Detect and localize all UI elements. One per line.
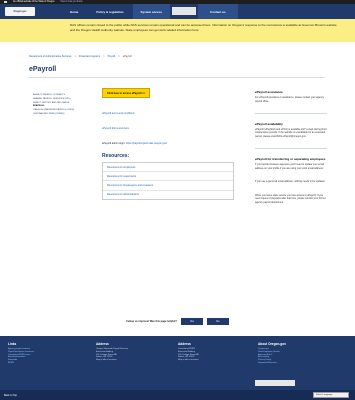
sidebar-info: ePayroll assistance For ePayroll questio… (255, 90, 327, 215)
oregon-logo[interactable]: Oregon.gov (5, 7, 35, 16)
page-title: ePayroll (29, 66, 57, 73)
resource-employees[interactable]: Resources for employees (103, 163, 233, 173)
breadcrumb-payroll[interactable]: Payroll (108, 55, 116, 58)
resources-section: Resources: Resources for employees Resou… (102, 153, 234, 200)
resources-heading: Resources: (102, 153, 130, 159)
resources-list: Resources for employees Resources for su… (102, 162, 234, 200)
terms-link[interactable]: ePayroll terms and conditions (102, 112, 234, 115)
site-header: Oregon.gov Home Policy & regulation Syst… (0, 4, 355, 19)
feedback-no-button[interactable]: No (206, 317, 229, 325)
title-divider (29, 77, 325, 78)
footer-address-payroll: Address Oregon Statewide Payroll Service… (96, 342, 168, 362)
breadcrumb-financial[interactable]: Financial programs (79, 55, 100, 58)
alert-text: DAS offices remain closed to the public … (70, 23, 337, 32)
alert-banner: DAS offices remain closed to the public … (0, 19, 355, 42)
resource-administrators[interactable]: Resources for administrators (103, 191, 233, 199)
resource-timekeepers[interactable]: Resources for timekeepers and reviewers (103, 181, 233, 191)
admin-login: ePayroll admin login: https://payrollrep… (102, 142, 234, 145)
resource-supervisors[interactable]: Resources for supervisors (103, 172, 233, 182)
das-seal-logo (255, 380, 295, 386)
footer-links-title: Links (8, 342, 17, 346)
main-nav: Home Policy & regulation System access C… (61, 4, 238, 19)
flag-icon (4, 1, 7, 3)
feedback-question: Cuttop us improve! Was this page helpful… (126, 319, 177, 323)
footer-about: About Oregon.gov Oregon.gov State Employ… (258, 342, 330, 365)
aside-divider (255, 148, 327, 149)
transfer-heading: ePayroll for transferring or separating … (255, 156, 326, 161)
footer-address-pers: Address Centralized PERS Executive Build… (178, 342, 250, 362)
site-footer: Links Agency payroll contacts Payroll te… (0, 336, 355, 390)
footer-about-title: About Oregon.gov (258, 342, 286, 346)
side-navigation: AGENCY PAYROLL CONTACTS SHARED PAYROLL S… (29, 94, 96, 117)
back-to-top-link[interactable]: Back to Top (4, 394, 17, 397)
nav-home[interactable]: Home (61, 4, 87, 19)
nav-policy[interactable]: Policy & regulation (87, 4, 132, 19)
breadcrumb-current: ePayroll (122, 55, 132, 58)
feedback-yes-button[interactable]: Yes (180, 317, 203, 325)
footer-map-link[interactable]: Map of office locations (178, 359, 250, 362)
search-box[interactable] (172, 7, 197, 15)
main-content: Click here to access ePayroll >> ePayrol… (102, 88, 234, 145)
breadcrumb-das[interactable]: Department of Administrative Services (29, 55, 71, 58)
footer-address-title: Address (96, 342, 109, 346)
official-text: An official website of the State of Oreg… (13, 1, 55, 3)
footer-link[interactable]: Supported Browsers (258, 362, 330, 365)
admin-label: ePayroll admin login: (102, 142, 126, 145)
feedback-bar: Cuttop us improve! Was this page helpful… (0, 315, 355, 327)
breadcrumb: Department of Administrative Services > F… (29, 55, 132, 58)
aside-divider (255, 113, 327, 114)
bottom-bar: Back to Top (0, 390, 355, 400)
assistance-heading: ePayroll assistance (255, 90, 283, 94)
how-you-know-link[interactable]: Here's how you know (61, 1, 83, 3)
availability-text: ePayroll (ePayStub and ePrint) is availa… (255, 127, 327, 138)
leave-service-text: When you leave state service you lose ac… (255, 193, 326, 204)
forms-link[interactable]: ePayroll forms and docs (102, 127, 234, 130)
availability-heading: ePayroll availability (255, 121, 283, 126)
personal-email-text: If you use a personal email address, not… (255, 180, 326, 184)
nav-contact[interactable]: Contact us (198, 4, 238, 19)
footer-address-title: Address (178, 342, 191, 346)
assistance-text: For ePayroll questions or assistance, pl… (255, 96, 324, 103)
sidenav-item-cpers[interactable]: CENTRALIZED PERS (CPERS) (29, 113, 96, 117)
access-epayroll-button[interactable]: Click here to access ePayroll >> (102, 88, 151, 98)
footer-link[interactable]: BPMS (8, 362, 80, 365)
footer-links: Links Agency payroll contacts Payroll te… (8, 342, 80, 365)
nav-system-access[interactable]: System access (132, 4, 171, 19)
admin-url-link[interactable]: https://payrollreports.das.oregon.gov/ (126, 142, 167, 145)
transfer-text: If you transfer between agencies you'll … (255, 162, 324, 170)
language-select[interactable]: Select Language (313, 392, 349, 398)
footer-map-link[interactable]: Map of office locations (96, 359, 168, 362)
